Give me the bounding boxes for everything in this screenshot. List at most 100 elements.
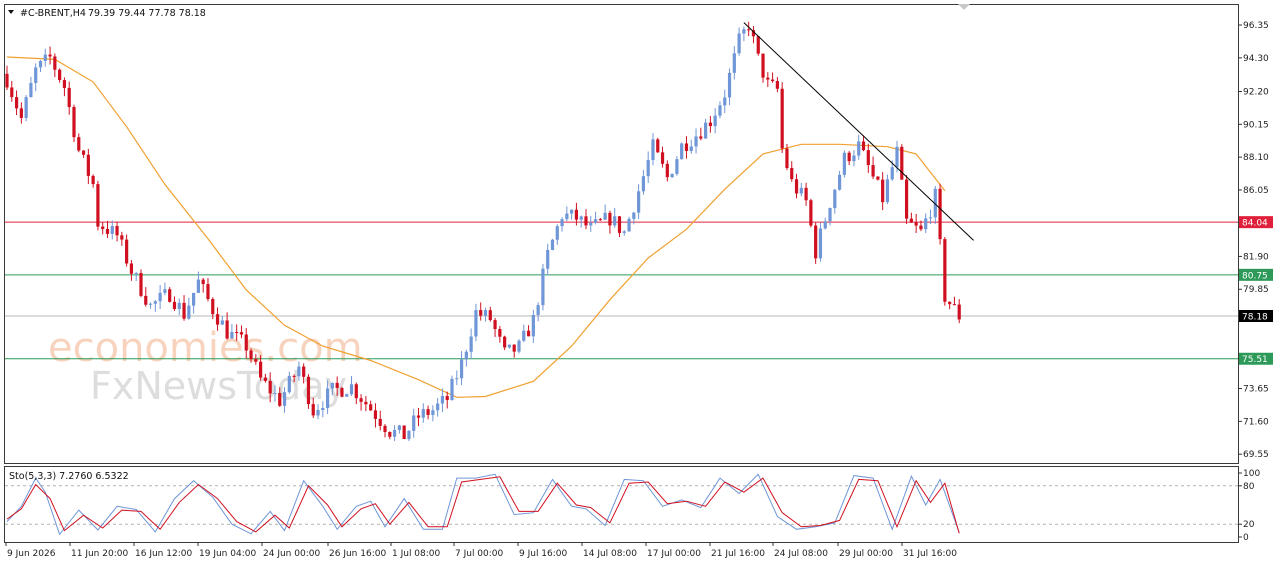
candle xyxy=(656,137,660,153)
candle-body xyxy=(235,331,239,333)
time-tick-label: 14 Jul 08:00 xyxy=(583,549,637,559)
candle-body xyxy=(919,225,923,230)
candle-body xyxy=(249,350,253,360)
candle-body xyxy=(689,146,693,151)
candle-body xyxy=(670,173,674,178)
candle-body xyxy=(790,167,794,180)
candle xyxy=(780,82,784,154)
candle-body xyxy=(187,305,191,319)
candle-body xyxy=(125,239,129,264)
candle-body xyxy=(325,388,330,409)
candle-body xyxy=(952,304,957,306)
time-tick-label: 31 Jul 16:00 xyxy=(903,549,957,559)
chart-window: economies.com FxNewsToday 96.35 94.30 92.2… xyxy=(0,0,1280,567)
candle-body xyxy=(761,53,765,78)
candle-body xyxy=(412,415,416,431)
time-tick-label: 24 Jul 08:00 xyxy=(774,549,828,559)
candle-body xyxy=(546,249,550,269)
candle xyxy=(450,375,454,401)
candle xyxy=(900,144,904,180)
candle-body xyxy=(445,395,449,401)
candle-body xyxy=(833,189,837,209)
candle-body xyxy=(727,72,732,98)
candle-body xyxy=(555,226,559,240)
candle-body xyxy=(302,366,306,377)
candle-body xyxy=(378,418,382,426)
candle-body xyxy=(263,377,267,381)
candle xyxy=(814,222,818,264)
candle-body xyxy=(890,167,894,180)
candle-body xyxy=(541,268,545,306)
candle-body xyxy=(943,239,947,302)
candle-body xyxy=(708,122,712,127)
candle-body xyxy=(10,87,14,98)
candle-body xyxy=(306,376,311,405)
candle-body xyxy=(421,409,425,418)
candle-body xyxy=(230,331,234,339)
candle-body xyxy=(871,165,875,177)
level-tag-84.04-label: 84.04 xyxy=(1242,219,1268,229)
price-tick-label: 96.35 xyxy=(1243,21,1269,31)
candle xyxy=(139,269,143,298)
candle-body xyxy=(818,228,823,259)
candle-body xyxy=(488,310,492,321)
candle-body xyxy=(239,332,244,335)
candle-body xyxy=(909,218,913,223)
candle-body xyxy=(273,393,277,395)
candle-body xyxy=(354,384,358,399)
candle-body xyxy=(254,359,258,362)
price-tick-label: 69.55 xyxy=(1243,450,1269,460)
time-tick-label: 24 Jun 00:00 xyxy=(263,549,320,559)
candle-body xyxy=(158,292,162,302)
candle-body xyxy=(732,53,736,73)
stochastic-panel-frame xyxy=(4,466,1239,543)
candle-body xyxy=(861,141,866,151)
candle-body xyxy=(364,401,368,405)
candle-body xyxy=(593,219,598,223)
candle-body xyxy=(58,69,62,81)
candle-body xyxy=(330,382,334,389)
candle-body xyxy=(895,146,899,168)
candle-body xyxy=(96,184,100,227)
candle-body xyxy=(53,56,57,70)
candle-body xyxy=(163,289,167,293)
candle-body xyxy=(77,137,81,151)
time-tick-label: 26 Jun 16:00 xyxy=(329,549,386,559)
candle-body xyxy=(517,340,521,352)
candle-body xyxy=(14,97,19,109)
candle-body xyxy=(866,150,870,166)
candle-body xyxy=(637,191,641,213)
price-tick-label: 79.85 xyxy=(1243,285,1269,295)
candle-body xyxy=(804,187,808,201)
candle-body xyxy=(531,314,535,337)
candle-body xyxy=(206,284,210,300)
candle-body xyxy=(512,344,516,352)
candle-body xyxy=(335,382,339,388)
candle-body xyxy=(225,320,229,339)
candle xyxy=(402,425,406,440)
time-tick-label: 29 Jul 00:00 xyxy=(839,549,893,559)
candle xyxy=(517,339,521,354)
candle-body xyxy=(948,301,952,305)
candle-body xyxy=(81,150,86,155)
candle-body xyxy=(613,216,617,226)
candle-body xyxy=(34,67,38,84)
candle-body xyxy=(172,301,177,309)
candle-body xyxy=(450,378,454,401)
candle-body xyxy=(168,289,172,302)
time-axis: 9 Jun 2026 11 Jun 20:00 16 Jun 12:00 19 Jun… xyxy=(5,542,957,559)
candle-body xyxy=(718,105,722,116)
candle-body xyxy=(914,222,918,226)
candle-body xyxy=(550,239,555,250)
candle-body xyxy=(321,408,325,411)
candle-body xyxy=(5,73,9,88)
candle-body xyxy=(464,351,468,360)
candle-body xyxy=(110,226,114,234)
candle-body xyxy=(345,394,349,397)
candle-body xyxy=(148,303,153,305)
candle-body xyxy=(153,301,157,304)
candle-body xyxy=(598,219,602,221)
candle-body xyxy=(139,272,143,296)
candle-body xyxy=(440,395,445,404)
candle-body xyxy=(120,235,124,240)
